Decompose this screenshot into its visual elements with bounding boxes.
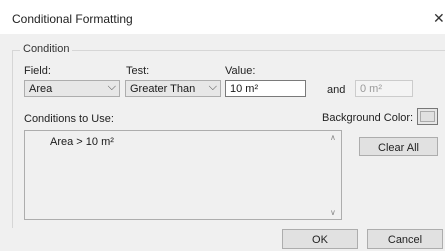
value2-input: 0 m²	[355, 80, 413, 97]
close-icon[interactable]: ✕	[433, 10, 445, 27]
ok-button-label: OK	[312, 234, 328, 246]
condition-group-label: Condition	[20, 43, 73, 55]
value-label: Value:	[225, 65, 256, 77]
conditions-to-use-label: Conditions to Use:	[24, 113, 114, 125]
scroll-up-icon[interactable]: ∧	[330, 133, 336, 142]
test-label: Test:	[126, 65, 150, 77]
background-color-swatch[interactable]	[417, 108, 438, 125]
field-dropdown[interactable]: Area ⌵	[24, 80, 120, 97]
cancel-button-label: Cancel	[387, 234, 423, 246]
title-bar: Conditional Formatting ✕	[0, 0, 445, 34]
and-label: and	[327, 84, 346, 96]
value-input[interactable]: 10 m²	[225, 80, 306, 97]
scroll-down-icon[interactable]: ∨	[330, 208, 336, 217]
listbox-scrollbar[interactable]: ∧ ∨	[327, 131, 341, 219]
background-color-label: Background Color:	[322, 112, 414, 124]
field-dropdown-value: Area	[29, 83, 53, 95]
chevron-down-icon: ⌵	[107, 81, 116, 93]
chevron-down-icon: ⌵	[208, 81, 217, 93]
dialog-title: Conditional Formatting	[12, 12, 133, 26]
background-color-swatch-fill	[420, 111, 435, 122]
field-label: Field:	[24, 65, 51, 77]
test-dropdown-value: Greater Than	[130, 83, 196, 95]
test-dropdown[interactable]: Greater Than ⌵	[125, 80, 221, 97]
ok-button[interactable]: OK	[282, 229, 358, 249]
conditions-listbox[interactable]: Area > 10 m² ∧ ∨	[24, 130, 342, 220]
clear-all-button-label: Clear All	[378, 142, 419, 154]
conditional-formatting-dialog: Conditional Formatting ✕ Condition Field…	[0, 0, 445, 251]
clear-all-button[interactable]: Clear All	[359, 137, 438, 156]
list-item[interactable]: Area > 10 m²	[50, 136, 114, 148]
cancel-button[interactable]: Cancel	[367, 229, 443, 249]
